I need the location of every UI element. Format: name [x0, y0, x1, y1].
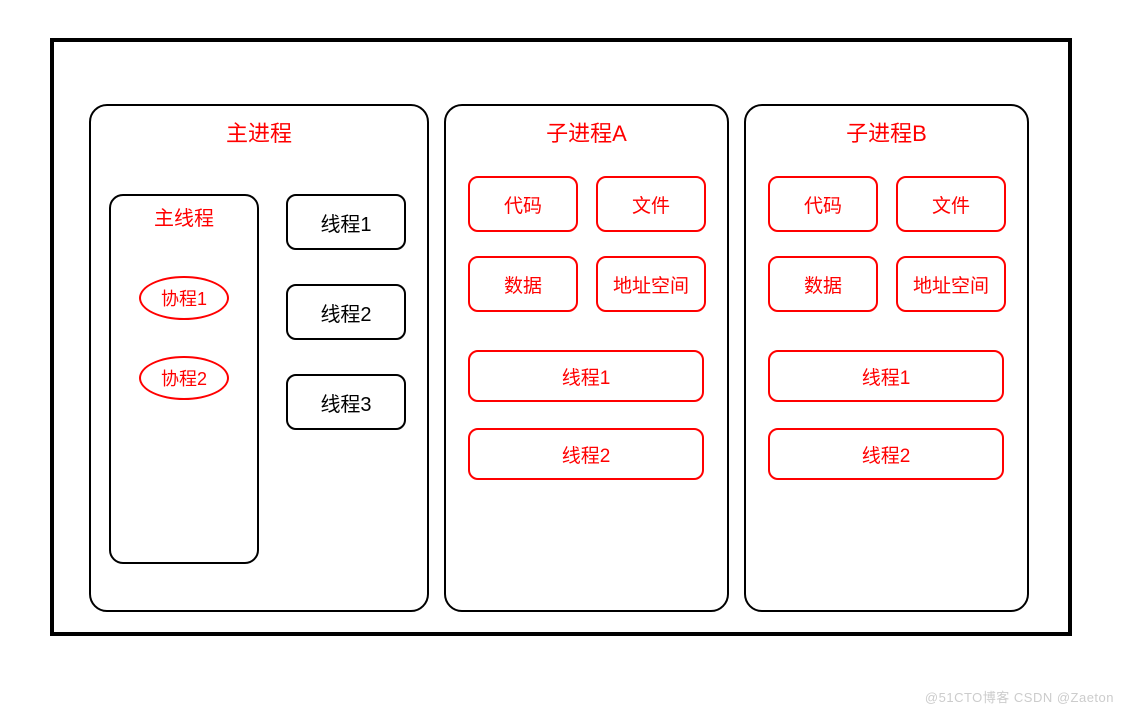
- sub-a-data: 数据: [468, 256, 578, 312]
- main-thread-1: 线程1: [286, 194, 406, 250]
- sub-b-code: 代码: [768, 176, 878, 232]
- main-process-title: 主进程: [91, 116, 427, 148]
- sub-b-file: 文件: [896, 176, 1006, 232]
- sub-a-file: 文件: [596, 176, 706, 232]
- subprocess-a-title: 子进程A: [446, 116, 727, 148]
- subprocess-b-title: 子进程B: [746, 116, 1027, 148]
- main-thread-2: 线程2: [286, 284, 406, 340]
- sub-a-addr: 地址空间: [596, 256, 706, 312]
- main-thread-box: 主线程 协程1 协程2: [109, 194, 259, 564]
- sub-b-addr: 地址空间: [896, 256, 1006, 312]
- main-thread-3: 线程3: [286, 374, 406, 430]
- system-container: 主进程 主线程 协程1 协程2 线程1 线程2 线程3 子进程A 代码 文件 数…: [50, 38, 1072, 636]
- coroutine-2: 协程2: [139, 356, 229, 400]
- sub-a-code: 代码: [468, 176, 578, 232]
- sub-a-thread-2: 线程2: [468, 428, 704, 480]
- watermark-text: @51CTO博客 CSDN @Zaeton: [925, 687, 1114, 706]
- main-process-box: 主进程 主线程 协程1 协程2 线程1 线程2 线程3: [89, 104, 429, 612]
- sub-b-data: 数据: [768, 256, 878, 312]
- main-thread-title: 主线程: [111, 202, 257, 231]
- subprocess-b-box: 子进程B 代码 文件 数据 地址空间 线程1 线程2: [744, 104, 1029, 612]
- sub-b-thread-1: 线程1: [768, 350, 1004, 402]
- subprocess-a-box: 子进程A 代码 文件 数据 地址空间 线程1 线程2: [444, 104, 729, 612]
- sub-a-thread-1: 线程1: [468, 350, 704, 402]
- coroutine-1: 协程1: [139, 276, 229, 320]
- sub-b-thread-2: 线程2: [768, 428, 1004, 480]
